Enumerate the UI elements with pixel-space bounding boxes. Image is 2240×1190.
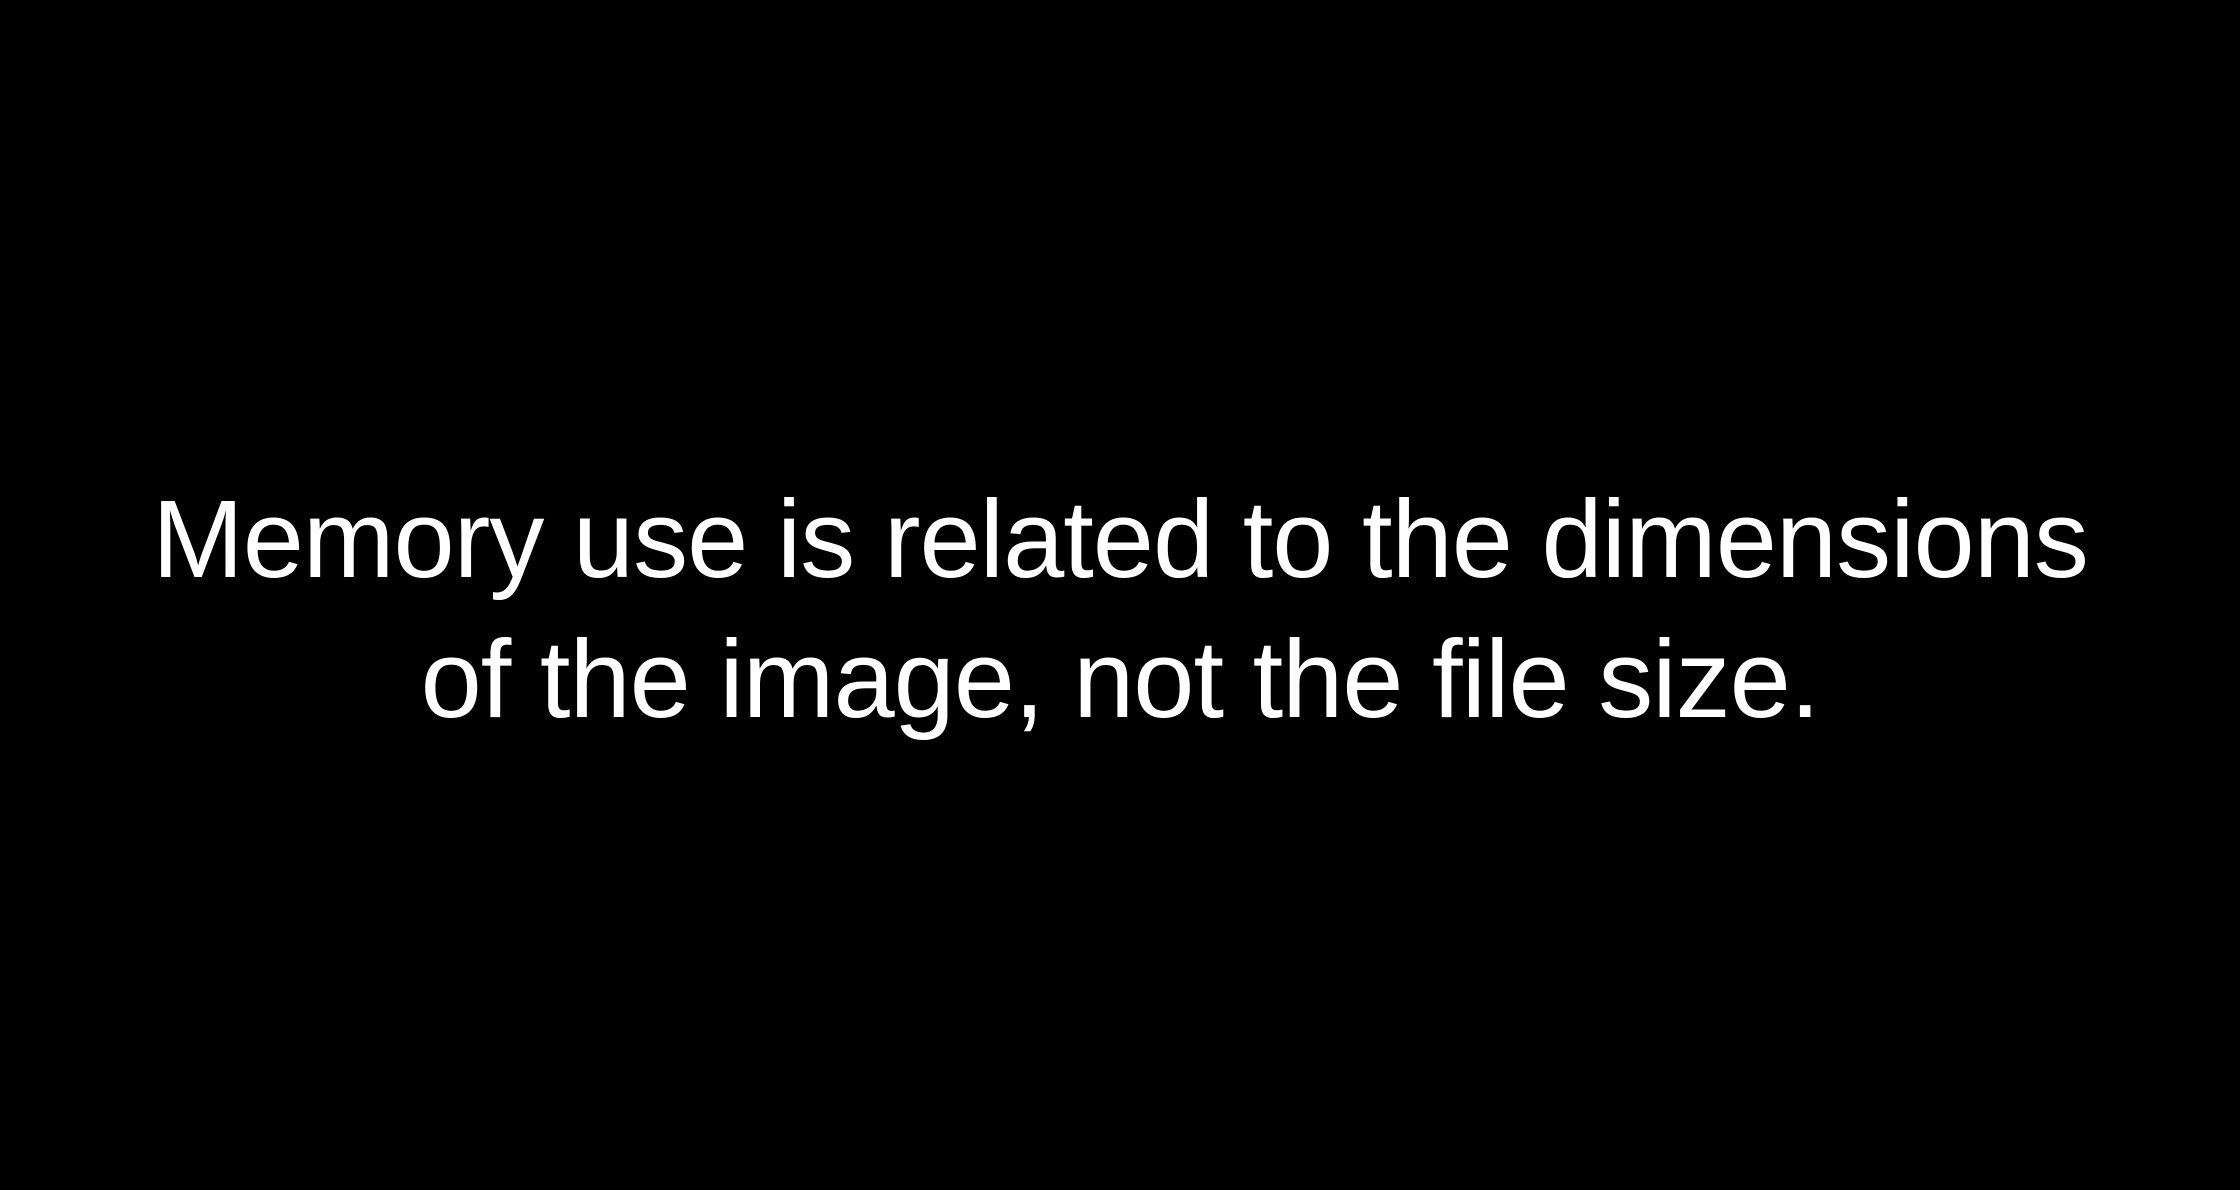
statement-line-2: of the image, not the file size.	[420, 618, 1821, 741]
statement-line-1: Memory use is related to the dimensions	[152, 478, 2089, 601]
slide-statement: Memory use is related to the dimensions …	[0, 470, 2240, 750]
presentation-slide: Memory use is related to the dimensions …	[0, 0, 2240, 1190]
